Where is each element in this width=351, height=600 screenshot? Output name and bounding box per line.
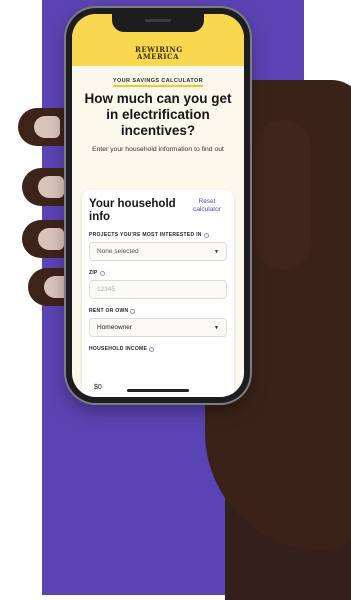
household-income-label-text: HOUSEHOLD INCOME: [89, 346, 148, 352]
rent-own-label: RENT OR OWN: [89, 308, 227, 314]
phone-notch: [112, 14, 204, 32]
card-title: Your household info: [89, 198, 176, 223]
thumb: [255, 120, 311, 270]
info-icon[interactable]: [130, 308, 136, 314]
eyebrow-text: YOUR SAVINGS CALCULATOR: [112, 78, 204, 87]
household-income-label: HOUSEHOLD INCOME: [89, 346, 227, 352]
phone: REWIRING AMERICA YOUR SAVINGS CALCULATOR…: [66, 8, 250, 403]
household-income-input[interactable]: $0: [94, 384, 102, 391]
eyebrow-label: YOUR SAVINGS CALCULATOR: [72, 78, 244, 87]
page-headline: How much can you get in electrification …: [84, 91, 232, 138]
zip-label-text: ZIP: [89, 270, 98, 276]
rent-own-select[interactable]: Homeowner ▼: [89, 318, 227, 337]
zip-label: ZIP: [89, 270, 227, 276]
household-info-card: Your household info Reset calculator PRO…: [82, 190, 234, 397]
projects-label: PROJECTS YOU'RE MOST INTERESTED IN: [89, 232, 227, 238]
rent-own-select-value: Homeowner: [97, 324, 133, 331]
info-icon[interactable]: [99, 270, 105, 276]
projects-select-value: None selected: [97, 248, 139, 255]
rewiring-america-logo[interactable]: REWIRING AMERICA: [135, 46, 182, 61]
zip-placeholder: 12345: [97, 286, 116, 293]
chevron-down-icon: ▼: [214, 248, 219, 255]
chevron-down-icon: ▼: [214, 324, 219, 331]
rent-own-label-text: RENT OR OWN: [89, 308, 129, 314]
home-indicator[interactable]: [127, 389, 189, 392]
card-header: Your household info Reset calculator: [89, 198, 227, 223]
speaker-grille: [145, 19, 171, 22]
info-icon[interactable]: [203, 232, 209, 238]
zip-input[interactable]: 12345: [89, 280, 227, 299]
page-subline: Enter your household information to find…: [92, 146, 224, 153]
info-icon[interactable]: [149, 346, 155, 352]
reset-calculator-link[interactable]: Reset calculator: [187, 198, 227, 213]
projects-label-text: PROJECTS YOU'RE MOST INTERESTED IN: [89, 232, 202, 238]
projects-select[interactable]: None selected ▼: [89, 242, 227, 261]
logo-line-2: AMERICA: [136, 52, 180, 61]
phone-screen: REWIRING AMERICA YOUR SAVINGS CALCULATOR…: [72, 14, 244, 397]
